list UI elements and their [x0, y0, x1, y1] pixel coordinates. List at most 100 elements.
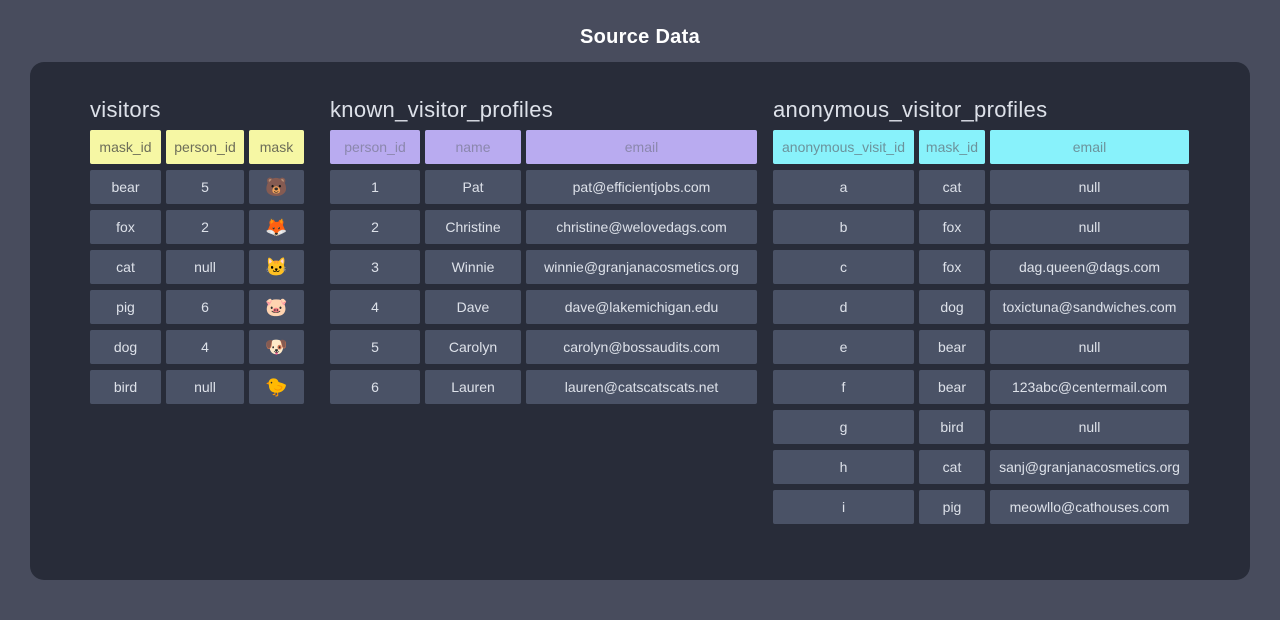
table-row: fox2🦊 [90, 210, 304, 244]
table-row: bfoxnull [773, 210, 1189, 244]
app: Source Data visitorsmask_idperson_idmask… [0, 0, 1280, 620]
mask-emoji-cell: 🐱 [249, 250, 304, 284]
header-cell-person_id: person_id [330, 130, 420, 164]
table-row: ddogtoxictuna@sandwiches.com [773, 290, 1189, 324]
table-row: cfoxdag.queen@dags.com [773, 250, 1189, 284]
table-row: ebearnull [773, 330, 1189, 364]
table-cell: 4 [166, 330, 244, 364]
table-row: dog4🐶 [90, 330, 304, 364]
source-data-panel: visitorsmask_idperson_idmaskbear5🐻fox2🦊c… [30, 62, 1250, 580]
table-cell: Pat [425, 170, 521, 204]
header-cell-email: email [990, 130, 1189, 164]
table-row: 4Davedave@lakemichigan.edu [330, 290, 757, 324]
table-cell: Dave [425, 290, 521, 324]
table-cell: a [773, 170, 914, 204]
table-row: acatnull [773, 170, 1189, 204]
table-row: birdnull🐤 [90, 370, 304, 404]
table-title: visitors [90, 96, 304, 124]
table-cell: 2 [330, 210, 420, 244]
table-cell: fox [919, 210, 985, 244]
table-cell: null [990, 210, 1189, 244]
header-cell-anonymous_visit_id: anonymous_visit_id [773, 130, 914, 164]
table-cell: sanj@granjanacosmetics.org [990, 450, 1189, 484]
mask-emoji-cell: 🐷 [249, 290, 304, 324]
table-cell: 5 [166, 170, 244, 204]
table-row: gbirdnull [773, 410, 1189, 444]
table-cell: 123abc@centermail.com [990, 370, 1189, 404]
header-cell-email: email [526, 130, 757, 164]
table-cell: 2 [166, 210, 244, 244]
header-row: person_idnameemail [330, 130, 757, 164]
table-cell: cat [90, 250, 161, 284]
table-cell: b [773, 210, 914, 244]
table-cell: d [773, 290, 914, 324]
table-known_visitor_profiles: known_visitor_profiles person_idnameemail… [330, 96, 757, 410]
table-cell: null [990, 330, 1189, 364]
table-row: 1Patpat@efficientjobs.com [330, 170, 757, 204]
table-cell: e [773, 330, 914, 364]
table-cell: null [166, 370, 244, 404]
table-row: 5Carolyncarolyn@bossaudits.com [330, 330, 757, 364]
table-cell: c [773, 250, 914, 284]
table-row: 2Christinechristine@welovedags.com [330, 210, 757, 244]
table-title: anonymous_visitor_profiles [773, 96, 1189, 124]
table-row: hcatsanj@granjanacosmetics.org [773, 450, 1189, 484]
table-cell: pig [919, 490, 985, 524]
table-cell: null [990, 170, 1189, 204]
table-row: 3Winniewinnie@granjanacosmetics.org [330, 250, 757, 284]
table-cell: 6 [166, 290, 244, 324]
table-cell: 5 [330, 330, 420, 364]
table-cell: h [773, 450, 914, 484]
table-cell: dog [919, 290, 985, 324]
table-row: pig6🐷 [90, 290, 304, 324]
header-row: anonymous_visit_idmask_idemail [773, 130, 1189, 164]
table-cell: i [773, 490, 914, 524]
table-cell: pig [90, 290, 161, 324]
table-cell: bird [919, 410, 985, 444]
table-cell: toxictuna@sandwiches.com [990, 290, 1189, 324]
table-cell: winnie@granjanacosmetics.org [526, 250, 757, 284]
table-anonymous_visitor_profiles: anonymous_visitor_profiles anonymous_visi… [773, 96, 1189, 530]
table-visitors: visitorsmask_idperson_idmaskbear5🐻fox2🦊c… [90, 96, 304, 410]
table-cell: Winnie [425, 250, 521, 284]
table-cell: 6 [330, 370, 420, 404]
table-cell: Christine [425, 210, 521, 244]
table-cell: meowllo@cathouses.com [990, 490, 1189, 524]
table-row: catnull🐱 [90, 250, 304, 284]
table-row: bear5🐻 [90, 170, 304, 204]
table-cell: fox [919, 250, 985, 284]
table-cell: pat@efficientjobs.com [526, 170, 757, 204]
table-cell: null [166, 250, 244, 284]
table-cell: bear [919, 330, 985, 364]
table-cell: bear [90, 170, 161, 204]
table-cell: dag.queen@dags.com [990, 250, 1189, 284]
table-cell: cat [919, 450, 985, 484]
header-cell-mask: mask [249, 130, 304, 164]
mask-emoji-cell: 🐻 [249, 170, 304, 204]
table-cell: dave@lakemichigan.edu [526, 290, 757, 324]
header-cell-mask_id: mask_id [90, 130, 161, 164]
header-cell-name: name [425, 130, 521, 164]
table-cell: 4 [330, 290, 420, 324]
table-row: fbear123abc@centermail.com [773, 370, 1189, 404]
table-cell: f [773, 370, 914, 404]
table-cell: cat [919, 170, 985, 204]
table-row: ipigmeowllo@cathouses.com [773, 490, 1189, 524]
table-cell: Carolyn [425, 330, 521, 364]
table-cell: dog [90, 330, 161, 364]
table-cell: g [773, 410, 914, 444]
table-row: 6Laurenlauren@catscatscats.net [330, 370, 757, 404]
table-cell: fox [90, 210, 161, 244]
table-cell: bird [90, 370, 161, 404]
table-cell: christine@welovedags.com [526, 210, 757, 244]
table-cell: carolyn@bossaudits.com [526, 330, 757, 364]
table-cell: Lauren [425, 370, 521, 404]
table-cell: null [990, 410, 1189, 444]
header-cell-mask_id: mask_id [919, 130, 985, 164]
table-cell: 1 [330, 170, 420, 204]
header-row: mask_idperson_idmask [90, 130, 304, 164]
table-title: known_visitor_profiles [330, 96, 757, 124]
table-cell: bear [919, 370, 985, 404]
mask-emoji-cell: 🐶 [249, 330, 304, 364]
page-title: Source Data [0, 26, 1280, 49]
